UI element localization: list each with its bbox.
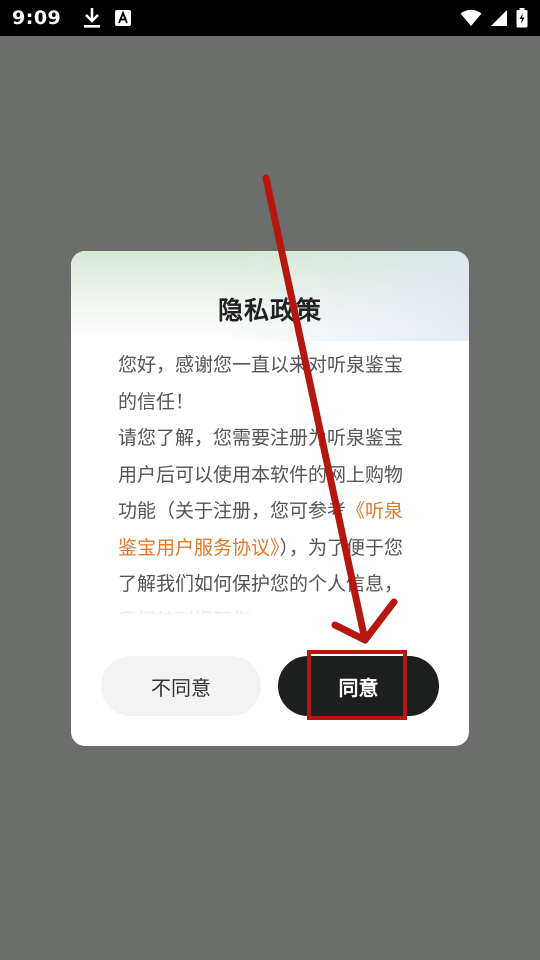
scroll-fade <box>118 595 418 615</box>
disagree-button[interactable]: 不同意 <box>101 656 261 716</box>
policy-intro-paragraph: 您好，感谢您一直以来对听泉鉴宝的信任！ <box>118 347 418 420</box>
status-left-icons <box>83 7 132 29</box>
dialog-title: 隐私政策 <box>217 296 322 325</box>
wifi-icon <box>460 9 482 27</box>
cellular-signal-icon <box>490 9 508 27</box>
policy-intro-text: 您好，感谢您一直以来对听泉鉴宝的信任！ <box>118 354 404 413</box>
policy-registration-paragraph: 请您了解，您需要注册为听泉鉴宝用户后可以使用本软件的网上购物功能（关于注册，您可… <box>118 420 418 615</box>
policy-text-scroll[interactable]: 您好，感谢您一直以来对听泉鉴宝的信任！ 请您了解，您需要注册为听泉鉴宝用户后可以… <box>118 347 418 615</box>
status-bar: 9:09 <box>0 0 540 36</box>
agree-button[interactable]: 同意 <box>278 656 439 716</box>
privacy-policy-dialog: 隐私政策 您好，感谢您一直以来对听泉鉴宝的信任！ 请您了解，您需要注册为听泉鉴宝… <box>71 251 469 746</box>
status-right-icons <box>460 8 528 28</box>
status-time: 9:09 <box>12 7 62 29</box>
battery-charging-icon <box>516 8 528 28</box>
a-font-icon <box>115 10 132 26</box>
download-icon <box>83 7 101 29</box>
